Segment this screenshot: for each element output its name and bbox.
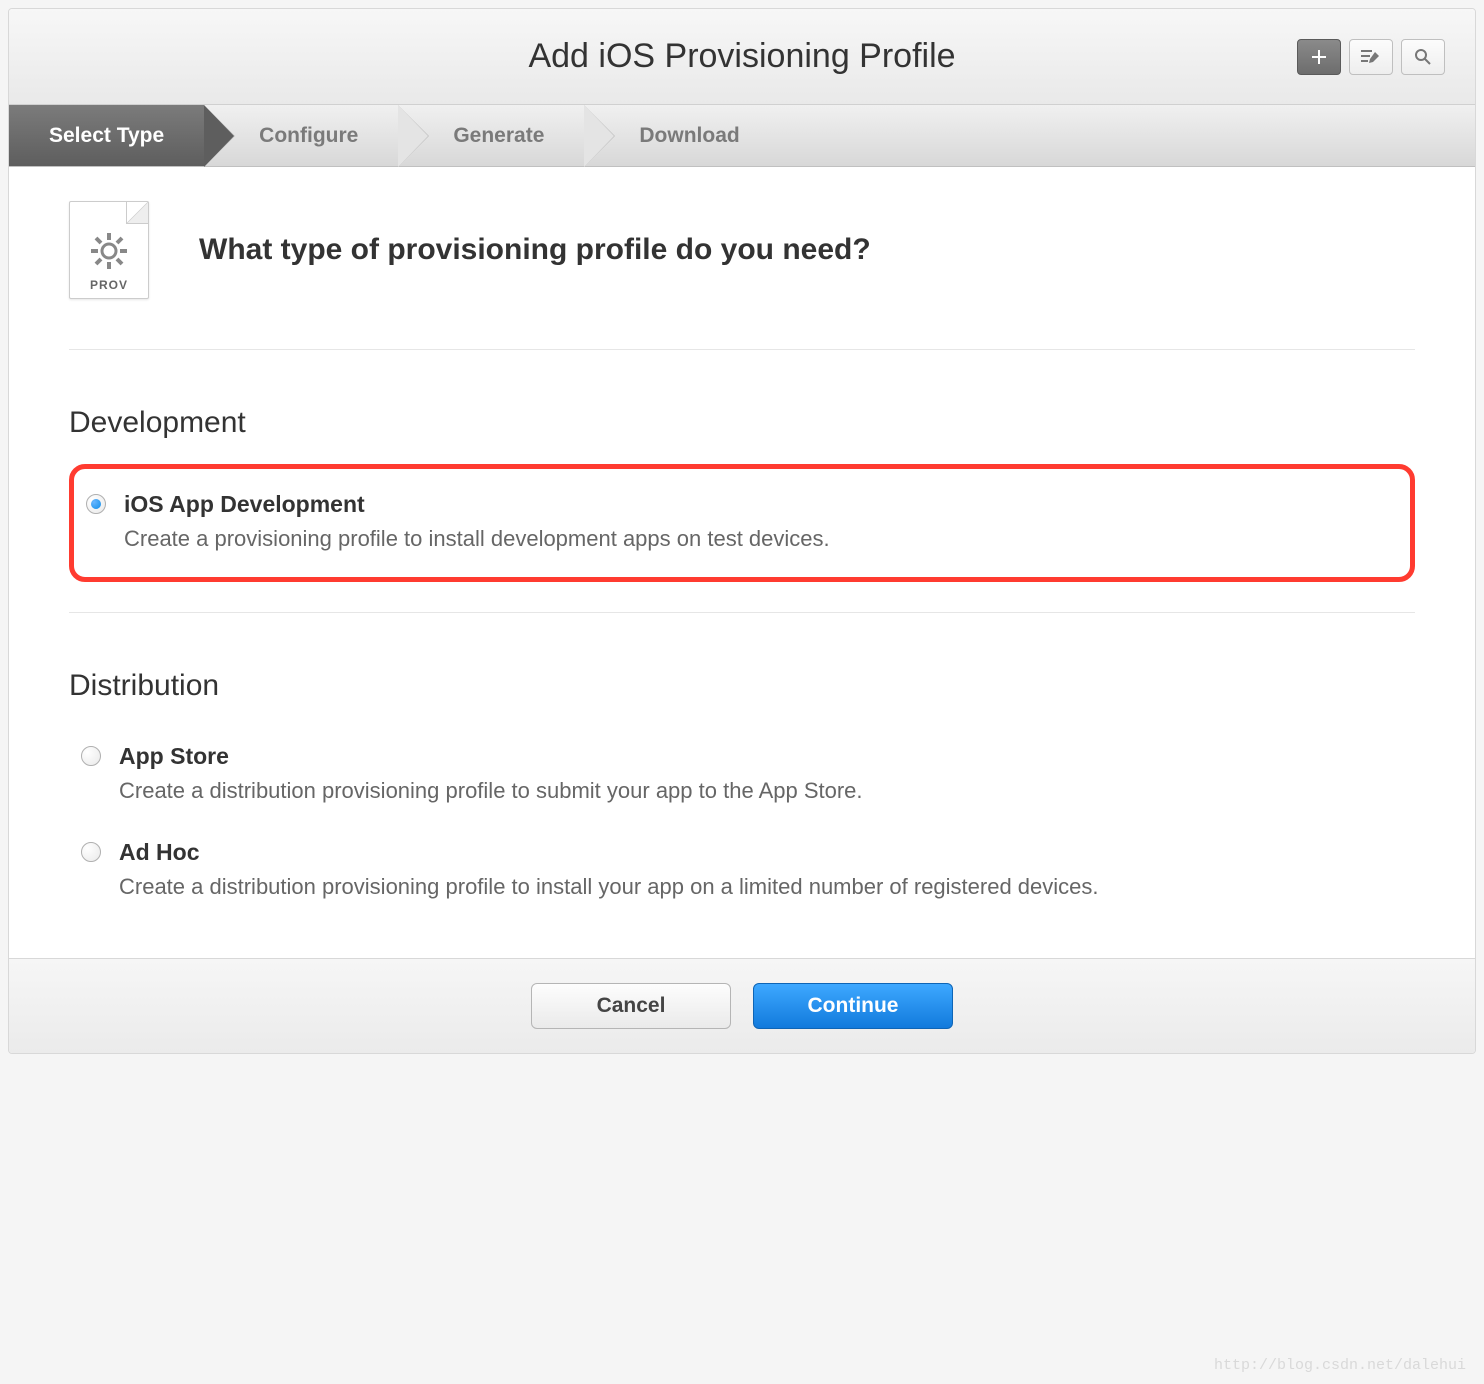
step-label: Configure	[259, 124, 358, 148]
option-title: iOS App Development	[124, 491, 830, 518]
option-title: Ad Hoc	[119, 839, 1099, 866]
content-header: PROV What type of provisioning profile d…	[69, 201, 1415, 350]
edit-list-icon	[1360, 49, 1382, 65]
search-icon	[1414, 48, 1432, 66]
section-title-development: Development	[69, 406, 1415, 440]
radio-ad-hoc[interactable]	[81, 842, 101, 862]
section-title-distribution: Distribution	[69, 669, 1415, 703]
option-app-store[interactable]: App Store Create a distribution provisio…	[69, 727, 1415, 823]
wizard-footer: Cancel Continue	[9, 958, 1475, 1053]
search-button[interactable]	[1401, 39, 1445, 75]
watermark: http://blog.csdn.net/dalehui	[1214, 1357, 1466, 1374]
option-desc: Create a distribution provisioning profi…	[119, 776, 863, 807]
step-label: Download	[639, 124, 739, 148]
option-title: App Store	[119, 743, 863, 770]
step-label: Generate	[453, 124, 544, 148]
page-header: Add iOS Provisioning Profile	[9, 9, 1475, 105]
section-divider	[69, 612, 1415, 613]
prov-label: PROV	[90, 278, 128, 292]
radio-ios-app-development[interactable]	[86, 494, 106, 514]
radio-app-store[interactable]	[81, 746, 101, 766]
page-title: Add iOS Provisioning Profile	[528, 37, 955, 76]
edit-button[interactable]	[1349, 39, 1393, 75]
gear-icon	[88, 230, 130, 272]
header-toolbar	[1297, 39, 1445, 75]
step-select-type[interactable]: Select Type	[9, 105, 204, 166]
option-ios-app-development[interactable]: iOS App Development Create a provisionin…	[69, 464, 1415, 582]
content-area: PROV What type of provisioning profile d…	[9, 167, 1475, 958]
cancel-button[interactable]: Cancel	[531, 983, 731, 1029]
distribution-section: Distribution App Store Create a distribu…	[69, 669, 1415, 919]
plus-icon	[1310, 48, 1328, 66]
development-section: Development iOS App Development Create a…	[69, 406, 1415, 613]
provisioning-profile-wizard: Add iOS Provisioning Profile Select Type…	[8, 8, 1476, 1054]
step-label: Select Type	[49, 124, 164, 148]
option-desc: Create a provisioning profile to install…	[124, 524, 830, 555]
option-desc: Create a distribution provisioning profi…	[119, 872, 1099, 903]
provisioning-file-icon: PROV	[69, 201, 149, 299]
question-title: What type of provisioning profile do you…	[199, 233, 871, 267]
continue-button[interactable]: Continue	[753, 983, 953, 1029]
option-ad-hoc[interactable]: Ad Hoc Create a distribution provisionin…	[69, 823, 1415, 919]
wizard-steps: Select Type Configure Generate Download	[9, 105, 1475, 167]
add-button[interactable]	[1297, 39, 1341, 75]
